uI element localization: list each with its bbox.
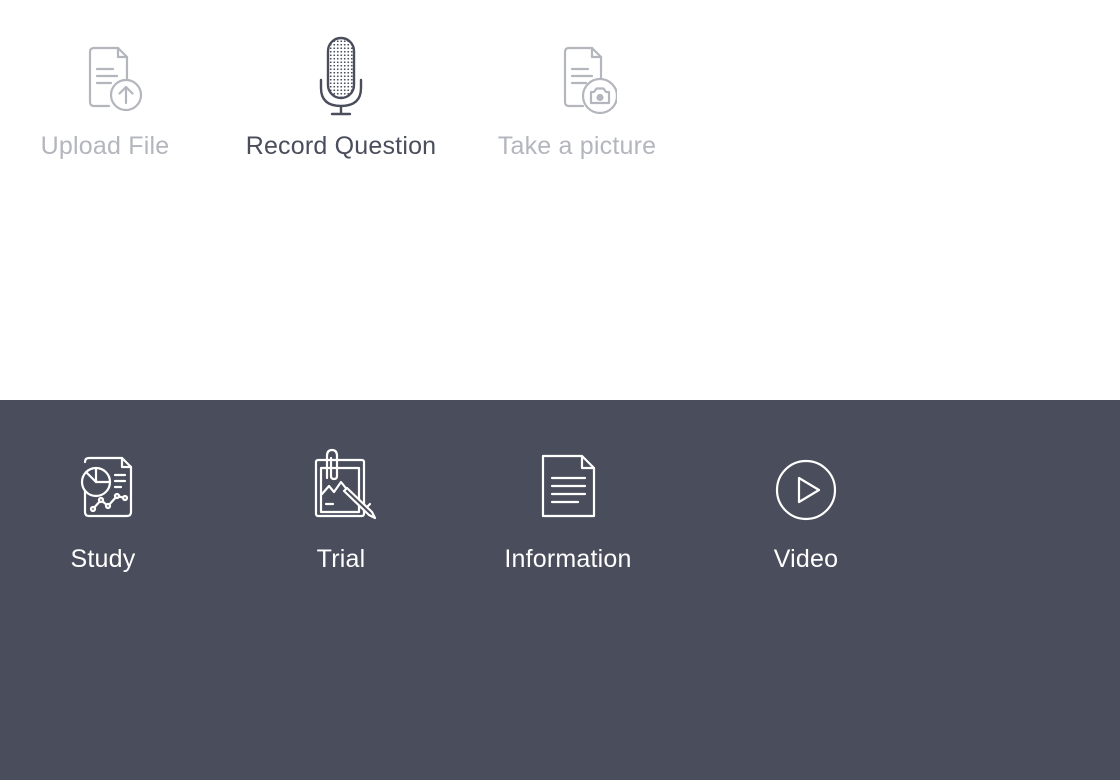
trial-label: Trial bbox=[316, 545, 366, 573]
microphone-icon bbox=[301, 36, 381, 116]
record-question-label: Record Question bbox=[245, 132, 437, 160]
upload-file-label: Upload File bbox=[40, 132, 170, 160]
categories-panel: Study Trial Information Video bbox=[0, 400, 1120, 780]
record-question-button[interactable]: Record Question bbox=[241, 36, 441, 161]
upload-file-button[interactable]: Upload File bbox=[5, 36, 205, 161]
document-icon bbox=[528, 446, 608, 526]
video-label: Video bbox=[773, 545, 839, 573]
trial-button[interactable]: Trial bbox=[241, 446, 441, 574]
clipboard-pen-icon bbox=[301, 446, 381, 526]
file-camera-icon bbox=[537, 36, 617, 116]
information-button[interactable]: Information bbox=[468, 446, 668, 574]
take-picture-button[interactable]: Take a picture bbox=[477, 36, 677, 161]
video-button[interactable]: Video bbox=[706, 446, 906, 574]
play-circle-icon bbox=[766, 446, 846, 526]
report-chart-icon bbox=[63, 446, 143, 526]
take-picture-label: Take a picture bbox=[497, 132, 657, 160]
study-button[interactable]: Study bbox=[3, 446, 203, 574]
information-label: Information bbox=[504, 545, 632, 573]
input-options-panel: Upload File Record Question Take a pictu… bbox=[0, 0, 1120, 400]
study-label: Study bbox=[70, 545, 136, 573]
file-upload-icon bbox=[65, 36, 145, 116]
